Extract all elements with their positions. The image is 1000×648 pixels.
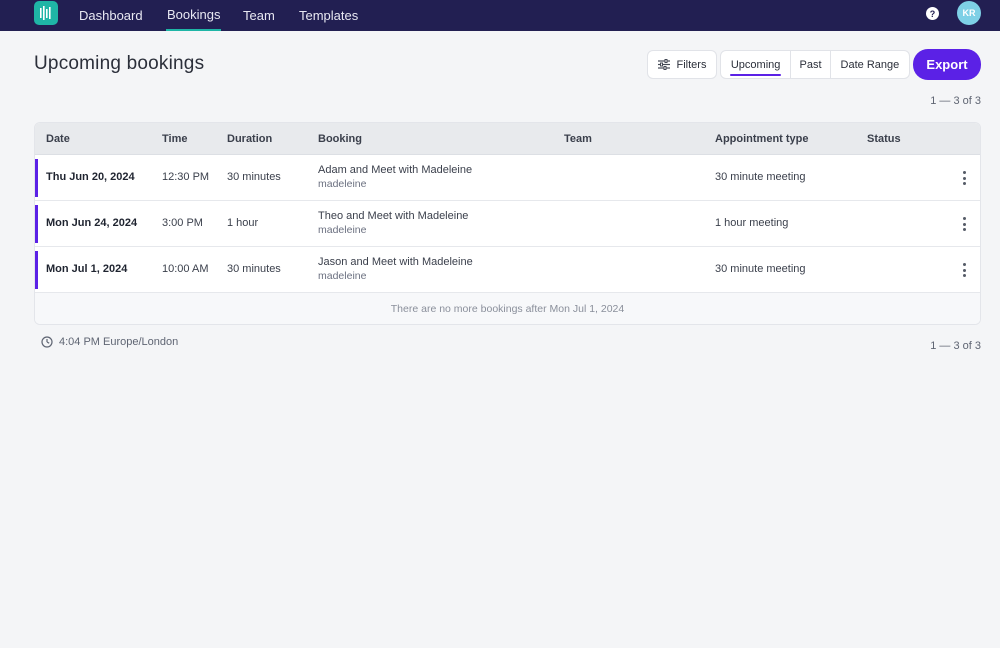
top-navigation: Dashboard Bookings Team Templates ? KR: [0, 0, 1000, 31]
row-more-icon[interactable]: [962, 171, 966, 185]
nav-team[interactable]: Team: [243, 0, 275, 31]
booking-date: Mon Jun 24, 2024: [46, 217, 138, 229]
sliders-icon: [657, 59, 670, 70]
column-header-status[interactable]: Status: [867, 123, 901, 155]
nav-dashboard[interactable]: Dashboard: [79, 0, 143, 31]
no-more-bookings-note: There are no more bookings after Mon Jul…: [35, 293, 980, 324]
booking-host: madeleine: [318, 270, 367, 282]
logo-bars-icon: [40, 6, 51, 20]
booking-title: Theo and Meet with Madeleine: [318, 210, 469, 222]
timezone-info: 4:04 PM Europe/London: [41, 336, 178, 348]
column-header-date[interactable]: Date: [46, 123, 70, 155]
row-more-icon[interactable]: [962, 263, 966, 277]
table-header: Date Time Duration Booking Team Appointm…: [35, 123, 980, 155]
appointment-type: 30 minute meeting: [715, 263, 806, 275]
tab-past[interactable]: Past: [791, 51, 831, 78]
table-row[interactable]: Mon Jul 1, 2024 10:00 AM 30 minutes Jaso…: [35, 247, 980, 293]
table-row[interactable]: Mon Jun 24, 2024 3:00 PM 1 hour Theo and…: [35, 201, 980, 247]
table-row[interactable]: Thu Jun 20, 2024 12:30 PM 30 minutes Ada…: [35, 155, 980, 201]
user-avatar[interactable]: KR: [957, 1, 981, 25]
appointment-type: 1 hour meeting: [715, 217, 789, 229]
booking-time: 3:00 PM: [162, 217, 203, 229]
column-header-appointment-type[interactable]: Appointment type: [715, 123, 809, 155]
help-icon[interactable]: ?: [926, 7, 939, 20]
column-header-time[interactable]: Time: [162, 123, 187, 155]
booking-duration: 1 hour: [227, 217, 259, 229]
filters-button[interactable]: Filters: [647, 50, 717, 79]
tab-upcoming[interactable]: Upcoming: [721, 51, 792, 78]
pagination-top: 1 — 3 of 3: [930, 95, 981, 107]
column-header-duration[interactable]: Duration: [227, 123, 272, 155]
booking-date: Thu Jun 20, 2024: [46, 171, 135, 183]
booking-title: Jason and Meet with Madeleine: [318, 256, 473, 268]
booking-range-toggle: Upcoming Past Date Range: [720, 50, 910, 79]
booking-info: Theo and Meet with Madeleine madeleine: [318, 210, 468, 236]
column-header-booking[interactable]: Booking: [318, 123, 362, 155]
row-more-icon[interactable]: [962, 217, 966, 231]
clock-icon: [41, 336, 53, 348]
booking-duration: 30 minutes: [227, 263, 281, 275]
booking-date: Mon Jul 1, 2024: [46, 263, 128, 275]
timezone-label: 4:04 PM Europe/London: [59, 336, 179, 348]
booking-info: Adam and Meet with Madeleine madeleine: [318, 164, 472, 190]
nav-bookings[interactable]: Bookings: [166, 0, 222, 31]
page-title: Upcoming bookings: [34, 53, 205, 74]
row-accent-bar: [35, 251, 38, 289]
booking-info: Jason and Meet with Madeleine madeleine: [318, 256, 473, 282]
bookings-table: Date Time Duration Booking Team Appointm…: [34, 122, 981, 325]
booking-host: madeleine: [318, 224, 367, 236]
app-logo[interactable]: [34, 1, 58, 25]
filters-label: Filters: [676, 58, 707, 71]
row-accent-bar: [35, 205, 38, 243]
nav-templates[interactable]: Templates: [299, 0, 358, 31]
export-button[interactable]: Export: [913, 49, 981, 80]
booking-duration: 30 minutes: [227, 171, 281, 183]
booking-time: 12:30 PM: [162, 171, 210, 183]
tab-date-range[interactable]: Date Range: [831, 51, 909, 78]
booking-host: madeleine: [318, 178, 367, 190]
column-header-team[interactable]: Team: [564, 123, 592, 155]
booking-title: Adam and Meet with Madeleine: [318, 164, 473, 176]
row-accent-bar: [35, 159, 38, 197]
appointment-type: 30 minute meeting: [715, 171, 806, 183]
booking-time: 10:00 AM: [162, 263, 209, 275]
pagination-bottom: 1 — 3 of 3: [930, 340, 981, 352]
